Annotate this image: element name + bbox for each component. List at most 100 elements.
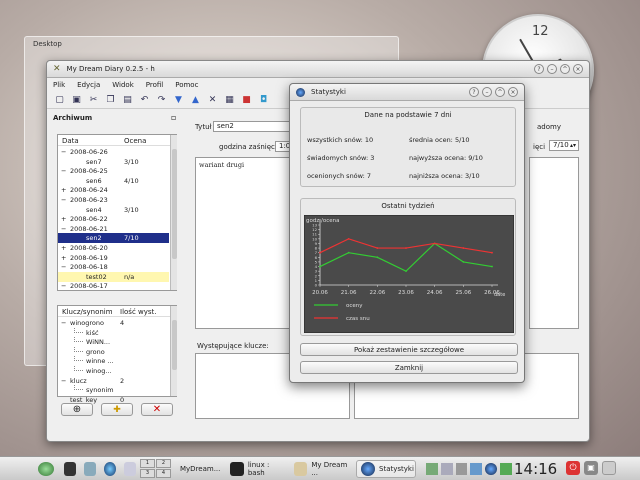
menu-edycja[interactable]: Edycja — [77, 81, 100, 89]
tray-app-icon[interactable] — [485, 463, 498, 475]
minimize-icon[interactable]: – — [547, 64, 557, 74]
show-details-button[interactable]: Pokaż zestawienie szczegółowe — [300, 343, 518, 356]
keyword-tree[interactable]: Klucz/synonim Ilość wyst. − winogrono 4 kiś… — [57, 305, 177, 404]
copy-icon[interactable]: ❐ — [104, 93, 117, 106]
menu-widok[interactable]: Widok — [112, 81, 134, 89]
redo-icon[interactable]: ↷ — [155, 93, 168, 106]
archive-row[interactable]: +2008-06-20 — [58, 243, 169, 253]
minimize-icon[interactable]: – — [482, 87, 492, 97]
menu-profil[interactable]: Profil — [146, 81, 163, 89]
maximize-icon[interactable]: ^ — [560, 64, 570, 74]
lock-screen-icon[interactable]: ▣ — [584, 461, 598, 475]
stats-titlebar[interactable]: Statystyki ? – ^ × — [290, 84, 524, 101]
archive-row[interactable]: −2008-06-18 — [58, 262, 169, 272]
pager-desktop-2[interactable]: 2 — [156, 459, 171, 468]
pager-desktop-4[interactable]: 4 — [156, 469, 171, 478]
collapse-icon[interactable]: − — [61, 281, 66, 291]
calendar-icon[interactable]: ▦ — [223, 93, 236, 106]
archive-col-rating[interactable]: Ocena — [124, 137, 146, 145]
task-mydream-2[interactable]: My Dream ... — [290, 460, 354, 478]
archive-row[interactable]: +2008-06-19 — [58, 253, 169, 263]
undo-icon[interactable]: ↶ — [138, 93, 151, 106]
add-synonym-button[interactable]: ✚ — [101, 403, 133, 416]
main-titlebar[interactable]: ✕ My Dream Diary 0.2.5 - h ? – ^ × — [47, 61, 589, 78]
notes-text-area[interactable] — [529, 157, 579, 329]
pager-desktop-1[interactable]: 1 — [140, 459, 155, 468]
expand-icon[interactable]: + — [61, 185, 66, 195]
archive-row[interactable]: sen6 4/10 — [58, 176, 169, 186]
archive-row[interactable]: sen4 3/10 — [58, 205, 169, 215]
spin-arrows-icon[interactable]: ▴▾ — [570, 141, 576, 150]
menu-plik[interactable]: Plik — [53, 81, 65, 89]
battery-icon[interactable] — [500, 463, 512, 475]
archive-row[interactable]: test02 n/a — [58, 271, 169, 282]
close-icon[interactable]: × — [508, 87, 518, 97]
collapse-icon[interactable]: − — [61, 147, 66, 157]
keyword-row[interactable]: − klucz 2 — [58, 376, 169, 386]
digital-clock[interactable]: 14:16 — [514, 460, 557, 478]
archive-scrollbar[interactable] — [170, 135, 177, 290]
close-icon[interactable]: × — [573, 64, 583, 74]
dream-text-editor[interactable]: wariant drugi — [195, 157, 293, 329]
statistics-icon[interactable]: ◘ — [257, 93, 270, 106]
archive-row[interactable]: +2008-06-22 — [58, 214, 169, 224]
kickoff-menu-button[interactable] — [36, 460, 58, 478]
maximize-icon[interactable]: ^ — [495, 87, 505, 97]
collapse-icon[interactable]: − — [61, 262, 66, 272]
launcher-browser[interactable] — [100, 460, 120, 478]
archive-row[interactable]: −2008-06-17 — [58, 281, 169, 291]
archive-col-date[interactable]: Data — [62, 137, 79, 145]
archive-row[interactable]: −2008-06-26 — [58, 147, 169, 157]
arrow-up-icon[interactable]: ▲ — [189, 93, 202, 106]
stats-app-icon[interactable] — [296, 87, 305, 97]
book-icon[interactable]: ■ — [240, 93, 253, 106]
paste-icon[interactable]: ▤ — [121, 93, 134, 106]
cut-icon[interactable]: ✂ — [87, 93, 100, 106]
collapse-icon[interactable]: − — [61, 166, 66, 176]
task-mydream-1[interactable]: MyDream... — [176, 460, 222, 478]
keyword-row[interactable]: winne ... — [58, 356, 169, 366]
add-keyword-button[interactable]: ⊕ — [61, 403, 93, 416]
help-icon[interactable]: ? — [534, 64, 544, 74]
expand-icon[interactable]: + — [61, 243, 66, 253]
panel-float-icon[interactable]: ▫ — [171, 113, 176, 122]
keyword-row[interactable]: synonim — [58, 385, 169, 395]
keyword-col-count[interactable]: Ilość wyst. — [120, 308, 157, 316]
tools-icon[interactable]: ✕ — [206, 93, 219, 106]
arrow-down-icon[interactable]: ▼ — [172, 93, 185, 106]
pager-desktop-3[interactable]: 3 — [140, 469, 155, 478]
close-button[interactable]: Zamknij — [300, 361, 518, 374]
keyword-row[interactable]: WiNN... — [58, 337, 169, 347]
collapse-icon[interactable]: − — [61, 224, 66, 234]
panel-toolbox-icon[interactable] — [602, 461, 616, 475]
collapse-icon[interactable]: − — [61, 376, 66, 386]
device-notifier-icon[interactable] — [440, 463, 453, 475]
new-document-icon[interactable]: ▢ — [53, 93, 66, 106]
help-icon[interactable]: ? — [469, 87, 479, 97]
task-statistics[interactable]: Statystyki — [356, 460, 416, 478]
task-terminal[interactable]: linux : bash — [226, 460, 288, 478]
archive-row[interactable]: −2008-06-25 — [58, 166, 169, 176]
collapse-icon[interactable]: − — [61, 195, 66, 205]
clipboard-icon[interactable] — [426, 463, 438, 475]
keyword-row[interactable]: − winogrono 4 — [58, 318, 169, 328]
keyword-col-name[interactable]: Klucz/synonim — [62, 308, 113, 316]
launcher-terminal[interactable] — [60, 460, 80, 478]
archive-row[interactable]: −2008-06-23 — [58, 195, 169, 205]
volume-icon[interactable] — [455, 463, 468, 475]
archive-scroll-thumb[interactable] — [172, 149, 177, 259]
save-icon[interactable]: ▣ — [70, 93, 83, 106]
archive-row[interactable]: +2008-06-24 — [58, 185, 169, 195]
network-icon[interactable] — [470, 463, 483, 475]
keyword-row[interactable]: winog... — [58, 366, 169, 376]
archive-row[interactable]: −2008-06-21 — [58, 224, 169, 234]
keyword-row[interactable]: grono — [58, 346, 169, 357]
archive-row[interactable]: sen7 3/10 — [58, 157, 169, 167]
launcher-computer[interactable] — [120, 460, 140, 478]
archive-tree[interactable]: Data Ocena −2008-06-26 sen7 3/10−2008-06-2… — [57, 134, 177, 291]
keyword-row[interactable]: kiść — [58, 327, 169, 338]
menu-pomoc[interactable]: Pomoc — [175, 81, 198, 89]
expand-icon[interactable]: + — [61, 253, 66, 263]
app-icon[interactable]: ✕ — [53, 64, 61, 74]
launcher-files[interactable] — [80, 460, 100, 478]
